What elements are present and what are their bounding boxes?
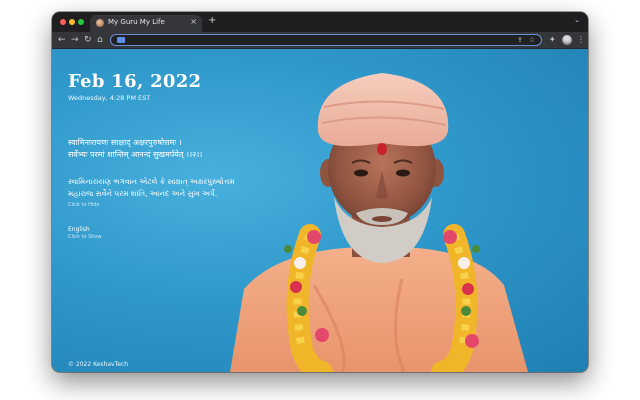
browser-window: My Guru My Life × + ⌄ ← → ↻ ⌂ ⇪ ☆ ✦ ⋮ Fe…	[52, 12, 588, 372]
sanskrit-verse-line-2: सर्वेभ्यः परमां शान्तिम् आनन्दं सुखमर्पय…	[68, 150, 203, 159]
maximize-window-button[interactable]	[78, 19, 84, 25]
home-button[interactable]: ⌂	[97, 34, 103, 46]
bookmark-star-icon[interactable]: ☆	[529, 35, 535, 45]
tab-bar: My Guru My Life × + ⌄	[52, 12, 588, 32]
tab-title: My Guru My Life	[108, 18, 165, 26]
profile-avatar[interactable]	[562, 35, 572, 45]
reload-button[interactable]: ↻	[84, 34, 92, 46]
language-label: English	[68, 226, 90, 233]
date-heading: Feb 16, 2022	[68, 71, 202, 92]
extensions-icon[interactable]: ✦	[549, 35, 556, 45]
day-time-text: Wednesday, 4:28 PM EST	[68, 94, 151, 102]
address-bar[interactable]: ⇪ ☆	[110, 34, 542, 46]
tab-close-icon[interactable]: ×	[190, 17, 197, 26]
forward-button[interactable]: →	[71, 34, 79, 46]
close-window-button[interactable]	[60, 19, 66, 25]
share-icon[interactable]: ⇪	[517, 35, 523, 45]
favicon-icon	[96, 19, 104, 27]
back-button[interactable]: ←	[58, 34, 66, 46]
copyright-text: © 2022 KeshavTech	[68, 361, 129, 368]
browser-toolbar: ← → ↻ ⌂ ⇪ ☆ ✦ ⋮	[52, 32, 588, 49]
minimize-window-button[interactable]	[69, 19, 75, 25]
page-info-icon[interactable]	[117, 37, 125, 43]
gujarati-verse-line-1: સ્વામિનારાયણ ભગવાન એટલે કે સાક્ષાત્ અક્ષ…	[68, 177, 235, 186]
browser-tab[interactable]: My Guru My Life ×	[90, 15, 202, 32]
menu-icon[interactable]: ⋮	[577, 35, 585, 45]
gujarati-verse-line-2: મહારાજ સર્વેને પરમ શાંતિ, આનંદ અને સુખ અ…	[68, 189, 218, 198]
tab-search-icon[interactable]: ⌄	[574, 16, 580, 24]
new-tab-button[interactable]: +	[208, 15, 216, 27]
hide-verse-link[interactable]: Click to Hide	[68, 202, 100, 208]
show-translation-link[interactable]: Click to Show	[68, 234, 102, 240]
sanskrit-verse-line-1: स्वामिनारायणः साक्षाद् अक्षरपुरुषोत्तमः …	[68, 138, 182, 147]
new-tab-page: Feb 16, 2022 Wednesday, 4:28 PM EST स्वा…	[52, 49, 588, 372]
